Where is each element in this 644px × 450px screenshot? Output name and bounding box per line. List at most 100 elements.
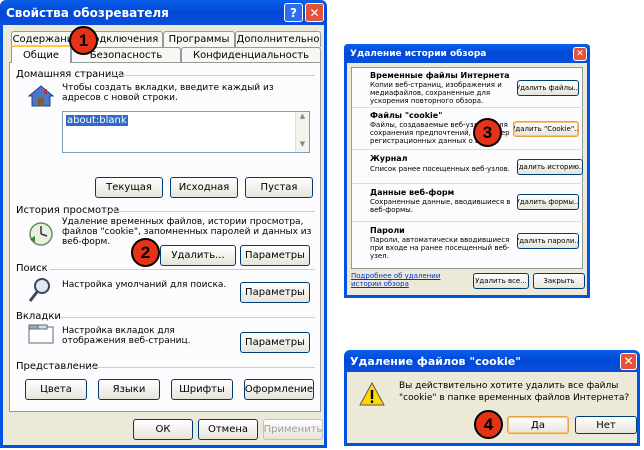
window-title: Свойства обозревателя [6,5,169,20]
title-bar: Свойства обозревателя ? ✕ [0,0,327,25]
scroll-up-icon[interactable]: ▲ [296,112,309,124]
tab-advanced-label: Дополнительно [236,34,320,45]
tab-general-label: Общие [22,49,60,61]
delete-passwords-label: Удалить пароли... [517,237,579,245]
confirm-message: Вы действительно хотите удалить все файл… [399,381,630,403]
tab-security-label: Безопасность [89,50,163,61]
search-settings-button[interactable]: Параметры [240,282,310,303]
close-label: Закрыть [543,277,575,285]
delete-history-button[interactable]: Удалить... [160,245,236,266]
step-marker-2: 2 [131,238,160,267]
home-url-textarea[interactable]: about:blank ▲ ▼ [62,111,310,153]
use-current-button[interactable]: Текущая [95,177,163,198]
search-description: Настройка умолчаний для поиска. [62,280,227,290]
section-heading: Пароли [370,226,405,235]
use-blank-button[interactable]: Пустая [245,177,313,198]
divider [105,211,315,212]
delete-files-label: Удалить файлы... [517,84,579,92]
scroll-down-icon[interactable]: ▼ [296,140,309,152]
divider [90,367,315,368]
tab-general[interactable]: Общие [11,45,71,63]
home-page-heading: Домашняя страница [16,69,125,80]
delete-history-label: Удалить... [171,250,225,261]
window-title: Удаление файлов "cookie" [350,354,521,368]
tab-programs-label: Программы [168,34,230,45]
step-marker-1: 1 [69,26,98,55]
section-cookies: Файлы "cookie" Файлы, создаваемые веб-уз… [352,108,584,150]
history-settings-button[interactable]: Параметры [240,245,310,266]
no-label: Нет [596,419,616,431]
accessibility-button[interactable]: Оформление [244,379,314,400]
section-description: Список ранее посещенных веб-узлов. [370,165,510,173]
colors-label: Цвета [40,384,72,395]
general-tab-panel: Домашняя страница Чтобы создать вкладки,… [9,62,321,412]
fonts-label: Шрифты [179,384,225,395]
delete-all-button[interactable]: Удалить все... [473,273,529,289]
languages-label: Языки [112,384,146,395]
tabs-settings-button[interactable]: Параметры [240,332,310,353]
colors-button[interactable]: Цвета [25,379,87,400]
marker-3-label: 3 [482,122,493,142]
delete-history-window: Удаление истории обзора ✕ Временные файл… [344,44,590,298]
tab-privacy[interactable]: Конфиденциальность [181,47,321,63]
tabs-settings-label: Параметры [245,337,305,348]
section-passwords: Пароли Пароли, автоматически вводившиеся… [352,222,584,262]
tab-programs[interactable]: Программы [163,31,235,47]
section-history: Журнал Список ранее посещенных веб-узлов… [352,150,584,184]
fonts-button[interactable]: Шрифты [171,379,233,400]
cancel-label: Отмена [207,424,249,435]
ok-button[interactable]: ОК [133,419,193,440]
magnifier-icon [28,278,50,302]
yes-label: Да [531,419,545,431]
delete-history-items-button[interactable]: Удалить историю... [517,159,583,175]
close-icon[interactable]: ✕ [620,352,637,370]
close-icon[interactable]: ✕ [305,3,324,22]
warning-icon [359,382,385,406]
no-button[interactable]: Нет [575,416,637,434]
apply-label: Применить [263,424,323,435]
delete-passwords-button[interactable]: Удалить пароли... [517,233,579,249]
dialog-body: Содержание Подключения Программы Дополни… [3,25,324,445]
home-url-value: about:blank [66,115,128,126]
window-title: Удаление истории обзора [350,48,487,59]
history-sections-panel: Временные файлы Интернета Копии веб-стра… [351,67,584,269]
marker-1-label: 1 [78,30,89,50]
textarea-scrollbar[interactable]: ▲ ▼ [295,112,309,152]
delete-cookies-button[interactable]: Удалить "Cookie"... [513,121,579,137]
delete-forms-button[interactable]: Удалить формы... [517,194,579,210]
delete-files-button[interactable]: Удалить файлы... [517,80,579,96]
section-heading: Журнал [370,154,408,163]
languages-button[interactable]: Языки [98,379,160,400]
search-settings-label: Параметры [245,287,305,298]
tab-advanced[interactable]: Дополнительно [235,31,321,47]
cancel-button[interactable]: Отмена [198,419,258,440]
tabs-description: Настройка вкладок для отображения веб-ст… [62,326,191,346]
close-button[interactable]: Закрыть [533,273,585,289]
close-icon[interactable]: ✕ [573,46,587,61]
use-default-button[interactable]: Исходная [170,177,238,198]
section-heading: Данные веб-форм [370,188,455,197]
internet-options-window: Свойства обозревателя ? ✕ Содержание Под… [0,0,327,448]
appearance-heading: Представление [16,361,99,372]
yes-button[interactable]: Да [507,416,569,434]
apply-button[interactable]: Применить [263,419,323,440]
delete-forms-label: Удалить формы... [517,198,579,206]
home-icon [28,85,54,107]
delete-cookies-label: Удалить "Cookie"... [513,125,579,133]
learn-more-link[interactable]: Подробнее об удалении истории обзора [351,272,461,288]
divider [60,317,315,318]
help-icon[interactable]: ? [284,3,303,22]
use-blank-label: Пустая [260,182,298,193]
section-forms: Данные веб-форм Сохраненные данные, ввод… [352,184,584,222]
title-bar: Удаление файлов "cookie" ✕ [344,350,640,372]
use-default-label: Исходная [178,182,230,193]
section-temp-files: Временные файлы Интернета Копии веб-стра… [352,68,584,108]
section-heading: Файлы "cookie" [370,111,443,120]
use-current-label: Текущая [106,182,152,193]
section-description: Сохраненные данные, вводившиеся в веб-фо… [370,198,511,214]
history-description: Удаление временных файлов, истории просм… [62,217,312,247]
tab-privacy-label: Конфиденциальность [192,50,309,61]
search-heading: Поиск [16,263,48,274]
divider [110,75,315,76]
history-heading: История просмотра [16,205,120,216]
